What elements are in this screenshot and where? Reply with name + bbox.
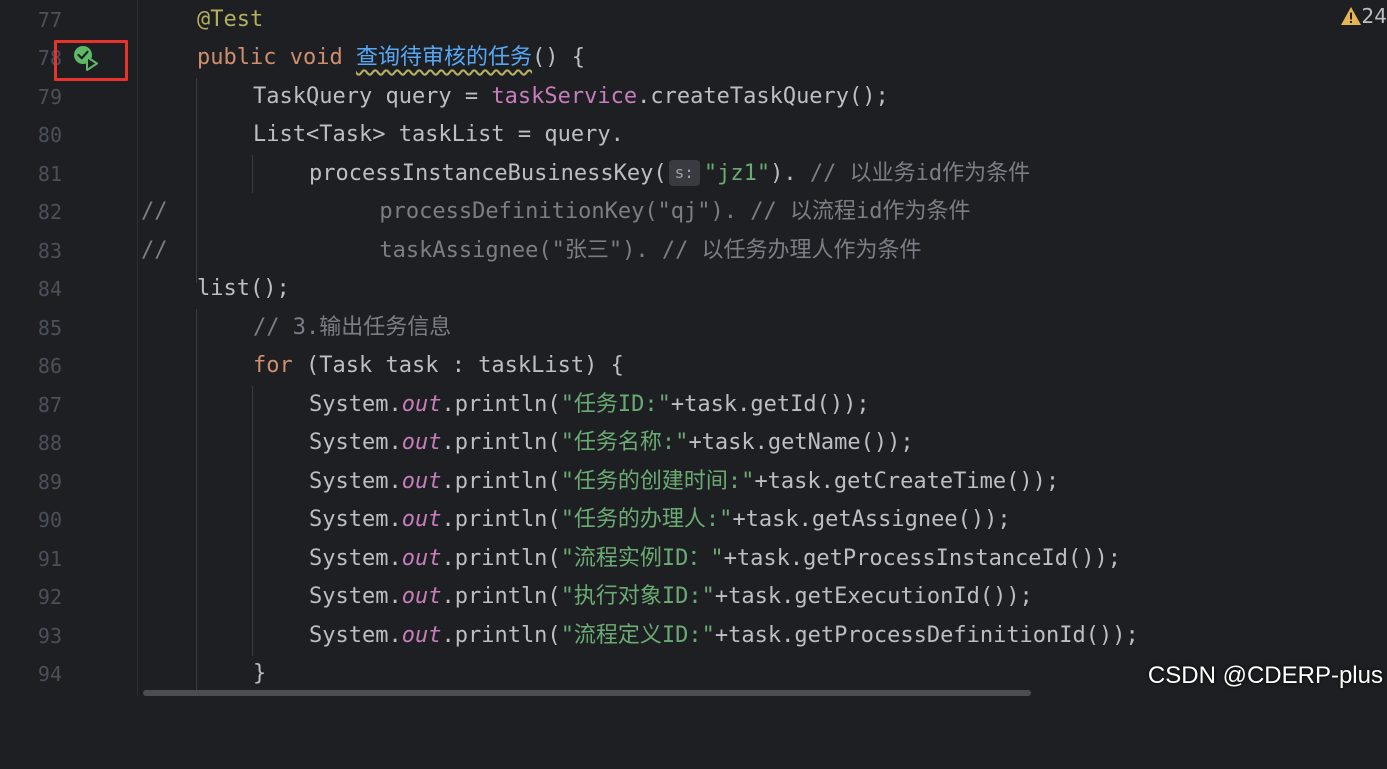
- code-token: +task.getName());: [688, 430, 914, 455]
- code-token: }: [253, 661, 267, 686]
- line-number: 94: [37, 662, 62, 686]
- code-line-86: for (Task task : taskList) {: [138, 347, 1387, 385]
- code-line-81: processInstanceBusinessKey(s: "jz1"). // …: [138, 155, 1387, 193]
- string-literal: "流程定义ID:": [560, 623, 715, 648]
- static-field: out: [401, 623, 442, 648]
- comment: // 以业务id作为条件: [809, 161, 1031, 186]
- line-number: 80: [37, 123, 62, 147]
- code-token: System.: [309, 623, 402, 648]
- line-number: 85: [37, 316, 62, 340]
- string-literal: "执行对象ID:": [560, 584, 715, 609]
- code-token: System.: [309, 430, 402, 455]
- code-line-90: System.out.println("任务的办理人:"+task.getAss…: [138, 501, 1387, 539]
- line-number: 82: [37, 200, 62, 224]
- code-token: TaskQuery query =: [253, 84, 492, 109]
- code-token: System.: [309, 546, 402, 571]
- parameter-hint: s:: [668, 160, 700, 186]
- code-token: +task.getProcessInstanceId());: [723, 546, 1122, 571]
- line-number: 87: [37, 393, 62, 417]
- line-number: 90: [37, 508, 62, 532]
- annotation: @Test: [197, 7, 264, 32]
- line-number: 91: [37, 547, 62, 571]
- code-token: list();: [197, 276, 290, 301]
- method-name[interactable]: 查询待审核的任务: [356, 45, 532, 70]
- string-literal: "任务的创建时间:": [560, 469, 755, 494]
- code-line-79: TaskQuery query = taskService.createTask…: [138, 78, 1387, 116]
- warning-count: 24: [1361, 4, 1387, 28]
- code-line-80: List<Task> taskList = query.: [138, 116, 1387, 154]
- code-line-87: System.out.println("任务ID:"+task.getId())…: [138, 386, 1387, 424]
- code-line-85: // 3.输出任务信息: [138, 309, 1387, 347]
- warning-triangle-icon: [1340, 7, 1361, 25]
- code-token: () {: [531, 45, 585, 70]
- line-number: 77: [37, 8, 62, 32]
- code-line-84: list();: [138, 270, 1387, 308]
- keyword-for: for: [253, 353, 293, 378]
- code-line-83: // taskAssignee("张三"). // 以任务办理人作为条件: [138, 232, 1387, 270]
- code-token: +task.getId());: [670, 392, 870, 417]
- code-token: (Task task : taskList) {: [292, 353, 624, 378]
- code-token: +task.getExecutionId());: [714, 584, 1033, 609]
- field-reference: taskService: [491, 84, 638, 109]
- code-token: .println(: [441, 430, 561, 455]
- static-field: out: [401, 392, 442, 417]
- code-line-89: System.out.println("任务的创建时间:"+task.getCr…: [138, 463, 1387, 501]
- static-field: out: [401, 469, 442, 494]
- static-field: out: [401, 430, 442, 455]
- editor-gutter: 77 78 79 80 81 82 83 84 85 86 87 88 89 9…: [0, 0, 138, 696]
- code-token: System.: [309, 469, 402, 494]
- line-number: 88: [37, 431, 62, 455]
- keyword-public: public: [197, 45, 277, 70]
- string-literal: "jz1": [703, 161, 771, 186]
- code-token: .println(: [441, 584, 561, 609]
- code-token: .println(: [441, 469, 561, 494]
- code-token: .println(: [441, 546, 561, 571]
- line-number: 84: [37, 277, 62, 301]
- line-number: 78: [37, 46, 62, 70]
- code-token: ).: [770, 161, 810, 186]
- code-token: .createTaskQuery();: [637, 84, 889, 109]
- string-literal: "流程实例ID：": [560, 546, 724, 571]
- code-token: .println(: [441, 623, 561, 648]
- code-token: .println(: [441, 507, 561, 532]
- keyword-void: void: [289, 45, 343, 70]
- line-number: 93: [37, 624, 62, 648]
- line-number: 79: [37, 85, 62, 109]
- code-line-88: System.out.println("任务名称:"+task.getName(…: [138, 424, 1387, 462]
- comment: // 3.输出任务信息: [253, 315, 452, 340]
- code-token: +task.getCreateTime());: [754, 469, 1060, 494]
- string-literal: "任务名称:": [560, 430, 689, 455]
- code-line-82: // processDefinitionKey("qj"). // 以流程id作…: [138, 193, 1387, 231]
- code-line-92: System.out.println("执行对象ID:"+task.getExe…: [138, 578, 1387, 616]
- code-token: +task.getProcessDefinitionId());: [714, 623, 1139, 648]
- code-token: processInstanceBusinessKey(: [309, 161, 667, 186]
- line-number: 86: [37, 354, 62, 378]
- horizontal-scrollbar[interactable]: [143, 690, 1031, 696]
- comment: // processDefinitionKey("qj"). // 以流程id作…: [141, 199, 971, 224]
- string-literal: "任务ID:": [560, 392, 671, 417]
- code-line-78: public void 查询待审核的任务() {: [138, 39, 1387, 77]
- code-line-77: @Test: [138, 1, 1387, 39]
- static-field: out: [401, 507, 442, 532]
- code-token: +task.getAssignee());: [732, 507, 1011, 532]
- run-icon-highlight-box: [54, 40, 128, 81]
- inspection-widget[interactable]: 24: [1340, 4, 1387, 28]
- code-token: System.: [309, 507, 402, 532]
- code-editor[interactable]: @Test public void 查询待审核的任务() { TaskQuery…: [138, 0, 1387, 696]
- line-number: 92: [37, 585, 62, 609]
- code-line-93: System.out.println("流程定义ID:"+task.getPro…: [138, 617, 1387, 655]
- line-number: 83: [37, 239, 62, 263]
- code-line-91: System.out.println("流程实例ID："+task.getPro…: [138, 540, 1387, 578]
- line-number: 81: [37, 162, 62, 186]
- line-number: 89: [37, 470, 62, 494]
- watermark: CSDN @CDERP-plus: [1147, 662, 1383, 689]
- static-field: out: [401, 546, 442, 571]
- code-token: System.: [309, 392, 402, 417]
- code-token: System.: [309, 584, 402, 609]
- code-token: List<Task> taskList = query.: [253, 122, 624, 147]
- comment: // taskAssignee("张三"). // 以任务办理人作为条件: [141, 238, 922, 263]
- string-literal: "任务的办理人:": [560, 507, 733, 532]
- static-field: out: [401, 584, 442, 609]
- code-token: .println(: [441, 392, 561, 417]
